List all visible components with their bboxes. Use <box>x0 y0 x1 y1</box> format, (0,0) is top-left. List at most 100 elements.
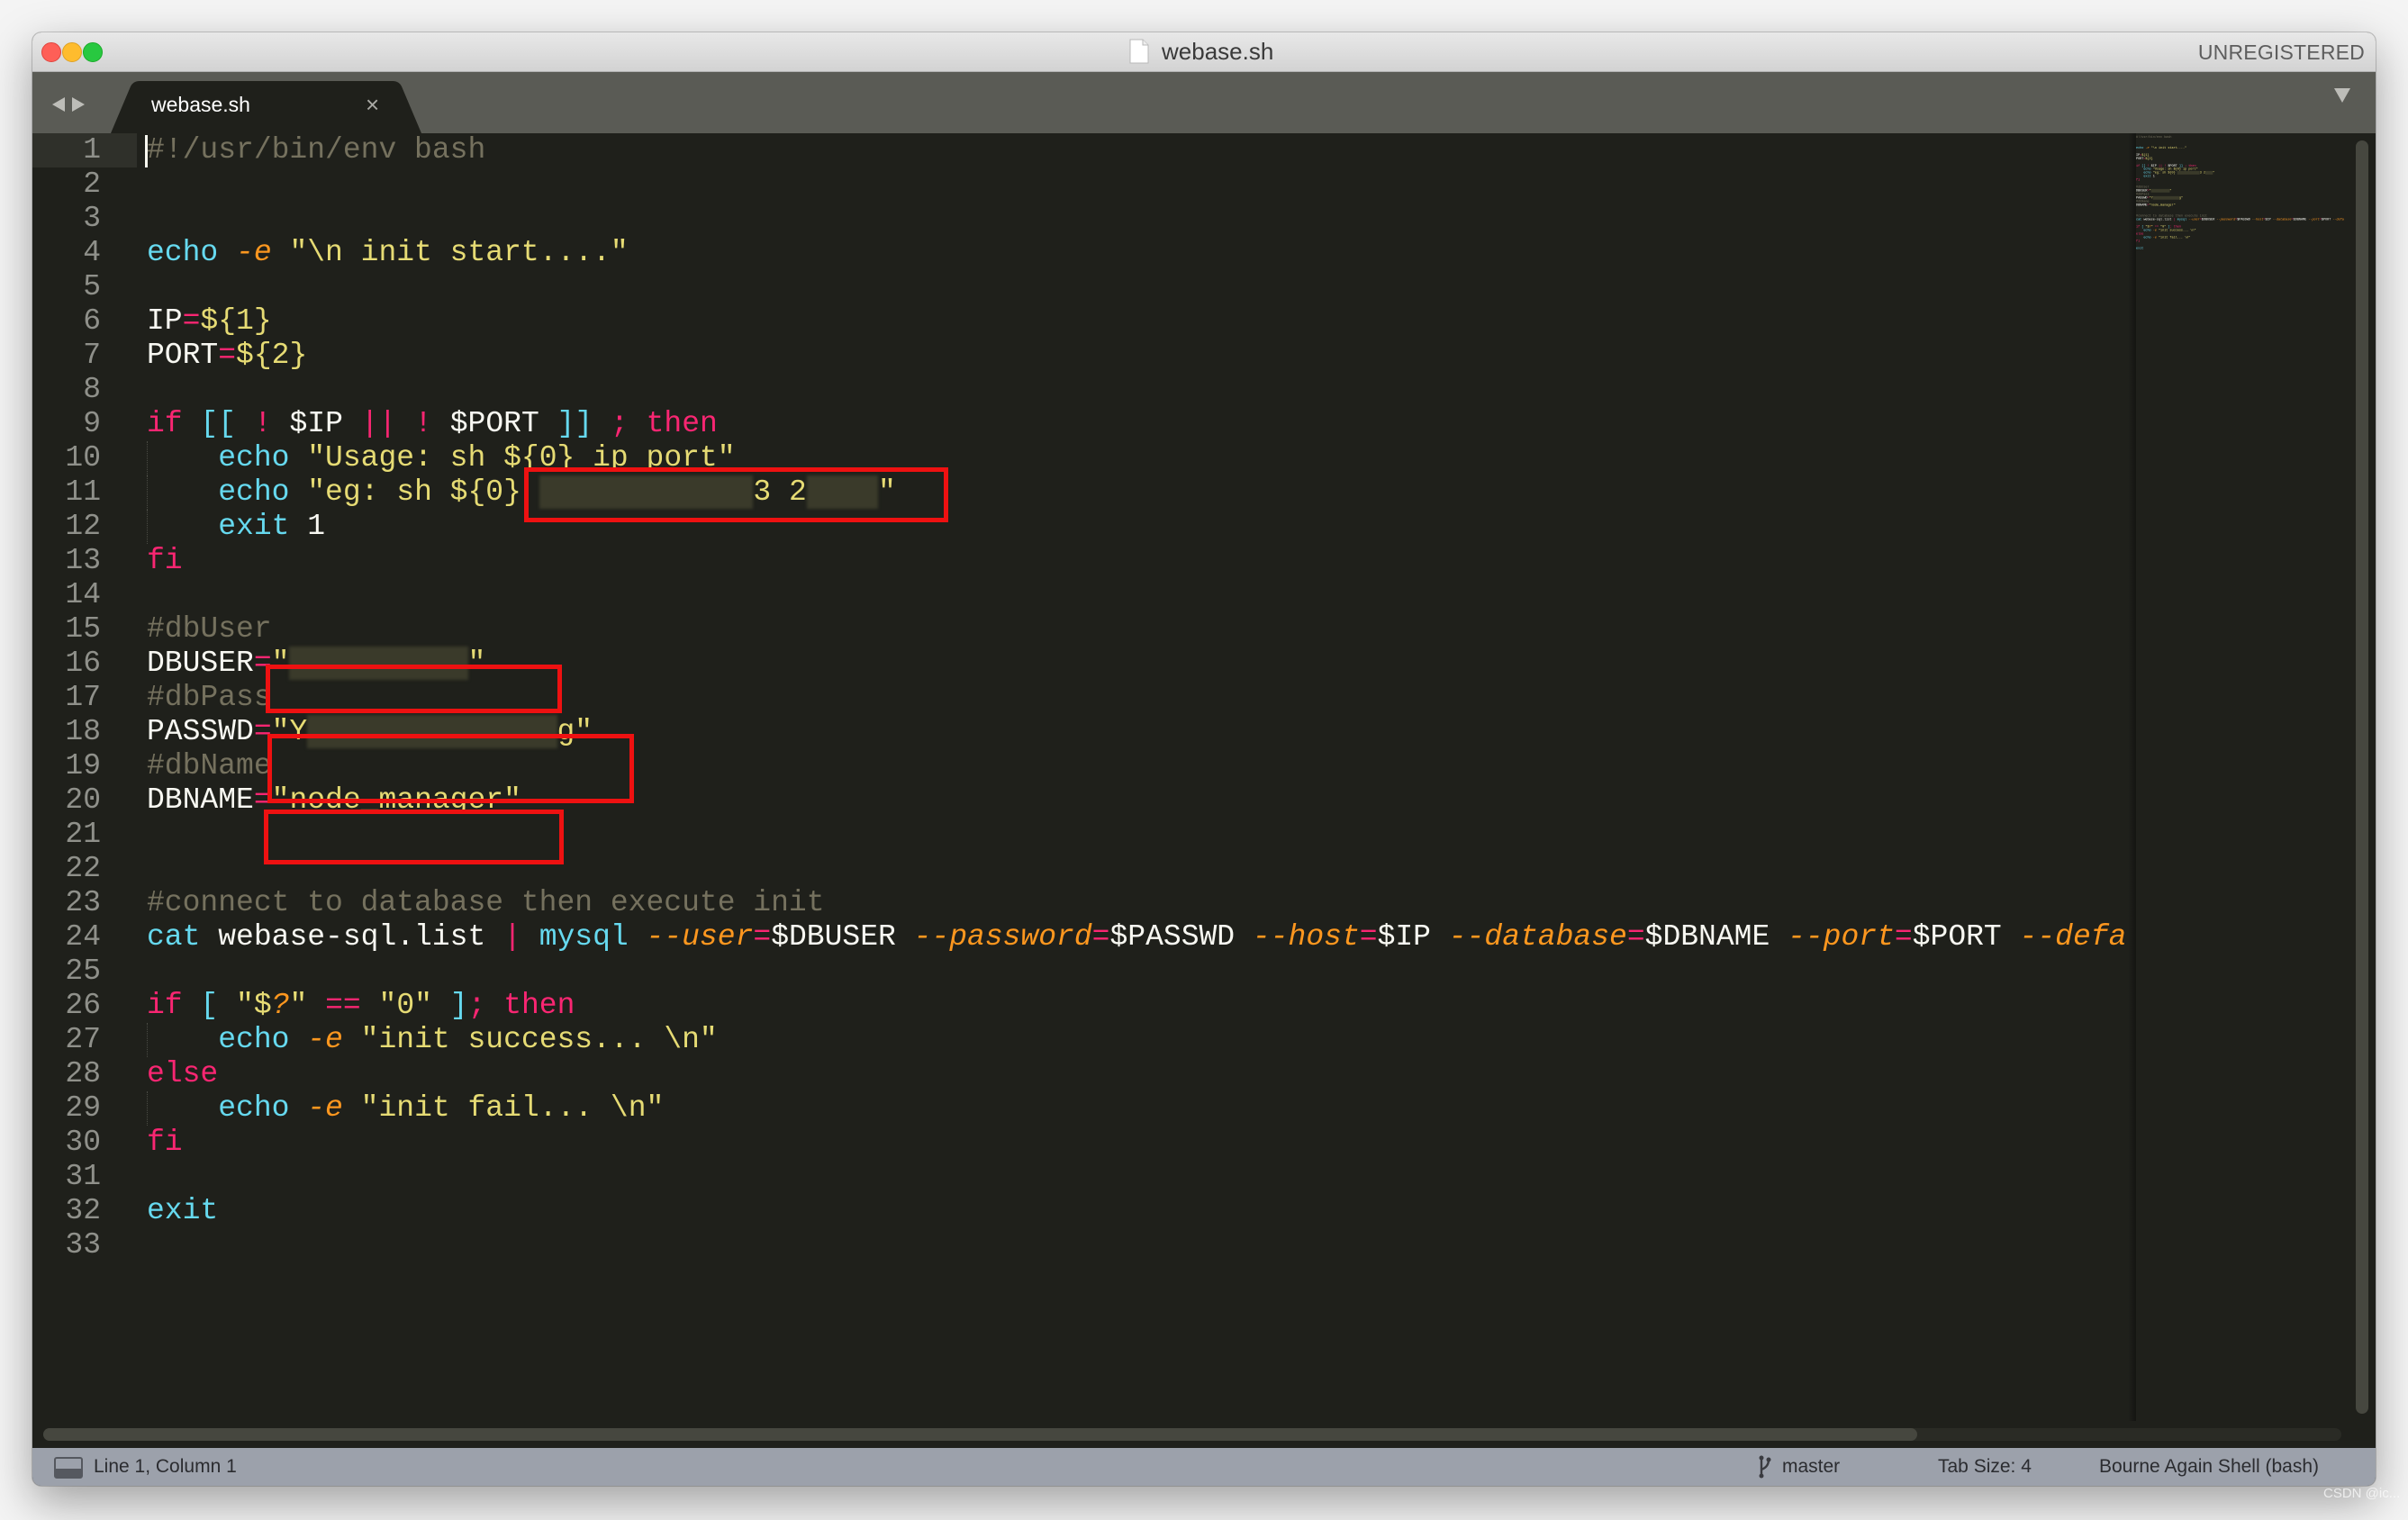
tab-webase-sh[interactable]: webase.sh × <box>111 81 421 133</box>
code-line[interactable]: echo "Usage: sh ${0} ip port" <box>147 441 2126 475</box>
token-plain: DBNAME <box>147 783 254 817</box>
token-keyword: fi <box>147 544 183 577</box>
code-line[interactable]: #dbUser <box>147 612 2126 647</box>
token-comment: #dbName <box>147 749 272 783</box>
token-string: "eg: sh ${0} <box>307 475 539 509</box>
git-branch-icon <box>1759 1455 1771 1479</box>
code-line[interactable]: if [ "$?" == "0" ]; then <box>147 989 2126 1023</box>
tab-label: webase.sh <box>151 93 250 116</box>
code-line[interactable] <box>147 578 2126 612</box>
line-number: 28 <box>65 1057 101 1090</box>
code-line[interactable] <box>147 955 2126 989</box>
line-number: 30 <box>65 1126 101 1159</box>
line-number: 24 <box>65 920 101 954</box>
arrow-left-icon[interactable] <box>52 97 65 112</box>
code-line[interactable] <box>147 202 2126 236</box>
token-plain: webase-sql.list <box>2141 217 2174 222</box>
code-line[interactable]: if [[ ! $IP || ! $PORT ]] ; then <box>147 407 2126 441</box>
cursor-position[interactable]: Line 1, Column 1 <box>94 1456 237 1478</box>
code-line[interactable]: echo "eg: sh ${0} ############3 2####" <box>147 475 2126 510</box>
arrow-right-icon[interactable] <box>72 97 85 112</box>
token-flag: --port <box>1788 920 1895 954</box>
code-line[interactable]: PORT=${2} <box>147 339 2126 373</box>
token-plain: $PORT <box>1912 920 2020 954</box>
token-op: = <box>1359 920 1378 954</box>
code-line[interactable] <box>147 373 2126 407</box>
line-number: 1 <box>83 133 101 167</box>
token-plain: 1 <box>2150 174 2155 178</box>
line-number: 27 <box>65 1023 101 1056</box>
git-branch[interactable]: master <box>1782 1456 1840 1478</box>
code-line[interactable]: echo -e "init fail... \n" <box>147 1091 2126 1126</box>
panel-toggle-icon[interactable] <box>54 1457 83 1479</box>
token-plain: $DBNAME <box>1644 920 1788 954</box>
code-line[interactable]: echo -e "init success... \n" <box>147 1023 2126 1057</box>
code-line[interactable]: exit <box>147 1194 2126 1228</box>
window-title: webase.sh <box>1162 37 1274 65</box>
minimap[interactable]: #!/usr/bin/env bash echo -e "\n init sta… <box>2136 135 2354 1421</box>
line-number: 17 <box>65 681 101 714</box>
code-line[interactable] <box>147 270 2126 304</box>
code-line[interactable]: cat webase-sql.list | mysql --user=$DBUS… <box>147 920 2126 955</box>
token-plain: webase-sql.list <box>200 920 504 954</box>
token-op: ! <box>253 407 272 440</box>
token-op: ! <box>414 407 432 440</box>
line-number: 12 <box>65 510 101 543</box>
code-line[interactable]: echo -e "\n init start...." <box>147 236 2126 270</box>
line-number: 19 <box>65 749 101 783</box>
code-line[interactable] <box>147 1228 2126 1262</box>
code-line[interactable]: fi <box>147 1126 2126 1160</box>
watermark: CSDN @ic... <box>2323 1486 2401 1501</box>
code-line[interactable]: #connect to database then execute init <box>147 886 2126 920</box>
token-plain: $DBUSER <box>2201 217 2217 222</box>
token-op: = <box>753 920 772 954</box>
code-line[interactable]: IP=${1} <box>147 304 2126 339</box>
token-keyword: then <box>503 989 575 1022</box>
token-plain: $PORT <box>2321 217 2333 222</box>
token-plain: PASSWD <box>147 715 254 748</box>
line-number: 13 <box>65 544 101 577</box>
token-string: "init fail... \n" <box>2158 235 2191 240</box>
chevron-down-icon[interactable] <box>2334 88 2350 103</box>
code-line[interactable]: else <box>147 1057 2126 1091</box>
line-number: 7 <box>83 339 101 372</box>
token-string: ${1} <box>200 304 272 338</box>
token-flag: --port <box>2308 217 2320 222</box>
token-op: = <box>1894 920 1913 954</box>
code-line[interactable]: exit 1 <box>147 510 2126 544</box>
maximize-window-button[interactable] <box>83 42 103 62</box>
code-line[interactable]: fi <box>147 544 2126 578</box>
close-window-button[interactable] <box>41 42 61 62</box>
token-plain: PORT <box>147 339 219 372</box>
close-icon[interactable]: × <box>366 92 379 117</box>
line-number: 8 <box>83 373 101 406</box>
code-line[interactable] <box>147 1160 2126 1194</box>
code-editor[interactable]: 1 2 3 4 5 6 7 8 9 10 11 12 13 14 15 16 17 18 19 20 21 22 23 24 2… <box>32 133 2376 1448</box>
token-op: | <box>503 920 521 954</box>
line-number: 15 <box>65 612 101 646</box>
horizontal-scrollbar-thumb[interactable] <box>43 1428 1917 1441</box>
syntax-mode[interactable]: Bourne Again Shell (bash) <box>2099 1456 2319 1478</box>
line-number: 33 <box>65 1228 101 1262</box>
code-line[interactable] <box>147 167 2126 202</box>
line-number: 3 <box>83 202 101 235</box>
code-line[interactable]: #!/usr/bin/env bash <box>147 133 2126 167</box>
minimize-window-button[interactable] <box>62 42 82 62</box>
tab-size[interactable]: Tab Size: 4 <box>1938 1456 2032 1478</box>
vertical-scrollbar-thumb[interactable] <box>2356 140 2368 1414</box>
token-builtin: mysql <box>2177 217 2187 222</box>
token-plain: IP <box>147 304 183 338</box>
minimap-line: cat webase-sql.list | mysql --user=$DBUS… <box>2136 218 2344 222</box>
line-number: 23 <box>65 886 101 919</box>
line-number: 22 <box>65 852 101 885</box>
token-plain: $PASSWD <box>2237 217 2252 222</box>
redacted-text: ############## <box>2152 195 2179 200</box>
token-keyword: else <box>147 1057 219 1090</box>
